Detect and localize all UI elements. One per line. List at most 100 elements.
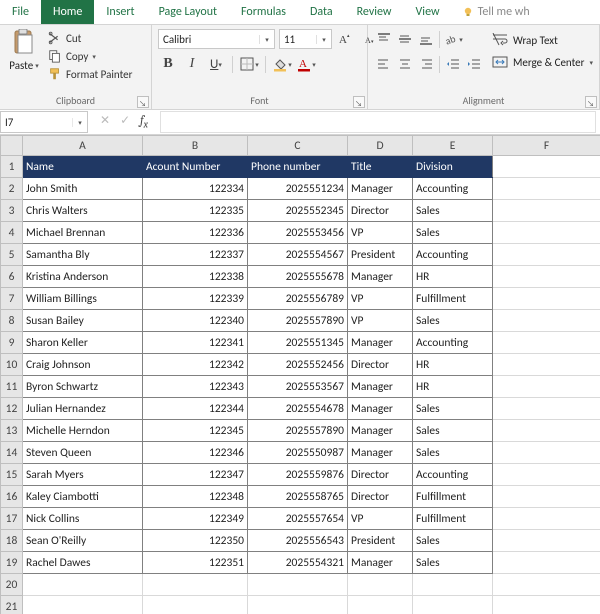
- select-all-corner[interactable]: [1, 136, 23, 156]
- cell[interactable]: John Smith: [23, 178, 143, 200]
- row-header-18[interactable]: 18: [1, 530, 23, 552]
- borders-button[interactable]: ▾: [239, 54, 259, 74]
- wrap-text-button[interactable]: Wrap Text: [492, 33, 593, 47]
- cell[interactable]: [493, 486, 600, 508]
- row-header-17[interactable]: 17: [1, 508, 23, 530]
- cell[interactable]: 122336: [143, 222, 248, 244]
- cell[interactable]: [23, 574, 143, 596]
- cell[interactable]: [493, 420, 600, 442]
- cell[interactable]: [493, 530, 600, 552]
- cell[interactable]: VP: [348, 222, 413, 244]
- font-name-selector[interactable]: Calibri ▾: [158, 29, 275, 49]
- cell[interactable]: 122340: [143, 310, 248, 332]
- row-header-15[interactable]: 15: [1, 464, 23, 486]
- worksheet-grid[interactable]: ABCDEF 1NameAcount NumberPhone numberTit…: [0, 135, 600, 614]
- alignment-launcher[interactable]: [585, 96, 597, 108]
- cell[interactable]: Michelle Herndon: [23, 420, 143, 442]
- cell[interactable]: Sharon Keller: [23, 332, 143, 354]
- chevron-down-icon[interactable]: ▾: [316, 35, 331, 44]
- cell[interactable]: Manager: [348, 442, 413, 464]
- cell[interactable]: 2025550987: [248, 442, 348, 464]
- cell[interactable]: 122350: [143, 530, 248, 552]
- align-top-button[interactable]: [374, 29, 394, 49]
- cell[interactable]: Accounting: [413, 244, 493, 266]
- cancel-formula-button[interactable]: ✕: [100, 113, 110, 130]
- copy-button[interactable]: Copy▾: [48, 49, 132, 63]
- tab-file[interactable]: File: [0, 0, 41, 24]
- fill-color-button[interactable]: ▾: [272, 54, 292, 74]
- cell[interactable]: 2025557654: [248, 508, 348, 530]
- cell[interactable]: [248, 574, 348, 596]
- cell[interactable]: VP: [348, 310, 413, 332]
- cell[interactable]: 2025552345: [248, 200, 348, 222]
- cell[interactable]: Manager: [348, 332, 413, 354]
- cell[interactable]: President: [348, 244, 413, 266]
- cell[interactable]: HR: [413, 376, 493, 398]
- cell[interactable]: 122351: [143, 552, 248, 574]
- bold-button[interactable]: B: [158, 54, 178, 74]
- cell[interactable]: 122347: [143, 464, 248, 486]
- cell[interactable]: Steven Queen: [23, 442, 143, 464]
- column-header-D[interactable]: D: [348, 136, 413, 156]
- cell[interactable]: Accounting: [413, 332, 493, 354]
- cell[interactable]: Sales: [413, 398, 493, 420]
- cell[interactable]: [493, 266, 600, 288]
- cell[interactable]: Manager: [348, 398, 413, 420]
- cell[interactable]: Accounting: [413, 178, 493, 200]
- row-header-14[interactable]: 14: [1, 442, 23, 464]
- cell[interactable]: [493, 574, 600, 596]
- cell[interactable]: [493, 178, 600, 200]
- table-header-cell[interactable]: Phone number: [248, 156, 348, 178]
- row-header-12[interactable]: 12: [1, 398, 23, 420]
- cell[interactable]: Fulfillment: [413, 486, 493, 508]
- insert-function-button[interactable]: fx: [140, 113, 148, 130]
- row-header-5[interactable]: 5: [1, 244, 23, 266]
- cell[interactable]: Manager: [348, 376, 413, 398]
- align-middle-button[interactable]: [395, 29, 415, 49]
- merge-center-button[interactable]: Merge & Center ▾: [492, 55, 593, 69]
- row-header-4[interactable]: 4: [1, 222, 23, 244]
- cell[interactable]: [493, 508, 600, 530]
- cell[interactable]: 122334: [143, 178, 248, 200]
- font-color-button[interactable]: A▾: [296, 54, 316, 74]
- cell[interactable]: [493, 310, 600, 332]
- cell[interactable]: Sales: [413, 530, 493, 552]
- tab-insert[interactable]: Insert: [94, 0, 146, 24]
- chevron-down-icon[interactable]: ▾: [259, 35, 274, 44]
- cell[interactable]: Sales: [413, 420, 493, 442]
- cell[interactable]: Director: [348, 200, 413, 222]
- align-right-button[interactable]: [416, 54, 436, 74]
- row-header-1[interactable]: 1: [1, 156, 23, 178]
- cell[interactable]: Manager: [348, 266, 413, 288]
- cell[interactable]: [248, 596, 348, 614]
- chevron-down-icon[interactable]: ▾: [72, 118, 87, 127]
- underline-button[interactable]: U▾: [206, 54, 226, 74]
- cell[interactable]: Michael Brennan: [23, 222, 143, 244]
- row-header-10[interactable]: 10: [1, 354, 23, 376]
- cell[interactable]: 2025556543: [248, 530, 348, 552]
- column-header-E[interactable]: E: [413, 136, 493, 156]
- cell[interactable]: 122345: [143, 420, 248, 442]
- increase-font-button[interactable]: A▴: [336, 29, 356, 49]
- row-header-2[interactable]: 2: [1, 178, 23, 200]
- column-header-C[interactable]: C: [248, 136, 348, 156]
- cell[interactable]: Sales: [413, 552, 493, 574]
- cell[interactable]: [493, 552, 600, 574]
- cut-button[interactable]: Cut: [48, 31, 132, 45]
- cell[interactable]: Samantha Bly: [23, 244, 143, 266]
- cell[interactable]: [348, 596, 413, 614]
- tab-data[interactable]: Data: [298, 0, 345, 24]
- cell[interactable]: 2025551234: [248, 178, 348, 200]
- cell[interactable]: Craig Johnson: [23, 354, 143, 376]
- cell[interactable]: Sales: [413, 222, 493, 244]
- cell[interactable]: [413, 596, 493, 614]
- row-header-7[interactable]: 7: [1, 288, 23, 310]
- cell[interactable]: William Billings: [23, 288, 143, 310]
- row-header-9[interactable]: 9: [1, 332, 23, 354]
- cell[interactable]: [493, 376, 600, 398]
- cell[interactable]: 122341: [143, 332, 248, 354]
- cell[interactable]: HR: [413, 266, 493, 288]
- cell[interactable]: Manager: [348, 178, 413, 200]
- enter-formula-button[interactable]: ✓: [120, 113, 130, 130]
- cell[interactable]: Nick Collins: [23, 508, 143, 530]
